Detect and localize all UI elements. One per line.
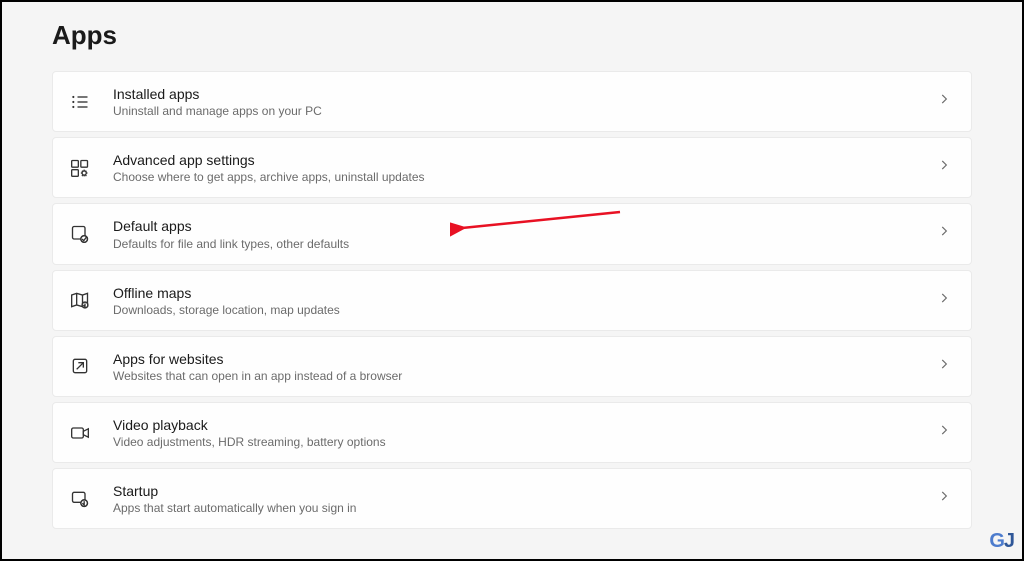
settings-item-apps-for-websites[interactable]: Apps for websites Websites that can open… bbox=[52, 336, 972, 397]
item-desc: Uninstall and manage apps on your PC bbox=[113, 104, 937, 118]
chevron-right-icon bbox=[937, 291, 951, 310]
default-apps-icon bbox=[69, 223, 91, 245]
map-icon bbox=[69, 289, 91, 311]
settings-item-installed-apps[interactable]: Installed apps Uninstall and manage apps… bbox=[52, 71, 972, 132]
watermark-logo: GJ bbox=[989, 530, 1014, 553]
open-external-icon bbox=[69, 355, 91, 377]
chevron-right-icon bbox=[937, 158, 951, 177]
item-title: Apps for websites bbox=[113, 350, 937, 368]
settings-item-default-apps[interactable]: Default apps Defaults for file and link … bbox=[52, 203, 972, 264]
item-title: Offline maps bbox=[113, 284, 937, 302]
settings-item-advanced-app-settings[interactable]: Advanced app settings Choose where to ge… bbox=[52, 137, 972, 198]
settings-item-video-playback[interactable]: Video playback Video adjustments, HDR st… bbox=[52, 402, 972, 463]
apps-gear-icon bbox=[69, 157, 91, 179]
page-title: Apps bbox=[52, 20, 972, 51]
item-title: Installed apps bbox=[113, 85, 937, 103]
item-desc: Downloads, storage location, map updates bbox=[113, 303, 937, 317]
settings-item-startup[interactable]: Startup Apps that start automatically wh… bbox=[52, 468, 972, 529]
item-desc: Websites that can open in an app instead… bbox=[113, 369, 937, 383]
item-title: Video playback bbox=[113, 416, 937, 434]
startup-icon bbox=[69, 488, 91, 510]
chevron-right-icon bbox=[937, 224, 951, 243]
settings-item-offline-maps[interactable]: Offline maps Downloads, storage location… bbox=[52, 270, 972, 331]
chevron-right-icon bbox=[937, 489, 951, 508]
video-icon bbox=[69, 422, 91, 444]
item-desc: Defaults for file and link types, other … bbox=[113, 237, 937, 251]
item-title: Default apps bbox=[113, 217, 937, 235]
list-icon bbox=[69, 91, 91, 113]
item-title: Startup bbox=[113, 482, 937, 500]
item-desc: Apps that start automatically when you s… bbox=[113, 501, 937, 515]
chevron-right-icon bbox=[937, 92, 951, 111]
item-title: Advanced app settings bbox=[113, 151, 937, 169]
chevron-right-icon bbox=[937, 423, 951, 442]
item-desc: Video adjustments, HDR streaming, batter… bbox=[113, 435, 937, 449]
chevron-right-icon bbox=[937, 357, 951, 376]
apps-settings-list: Installed apps Uninstall and manage apps… bbox=[52, 71, 972, 529]
item-desc: Choose where to get apps, archive apps, … bbox=[113, 170, 937, 184]
